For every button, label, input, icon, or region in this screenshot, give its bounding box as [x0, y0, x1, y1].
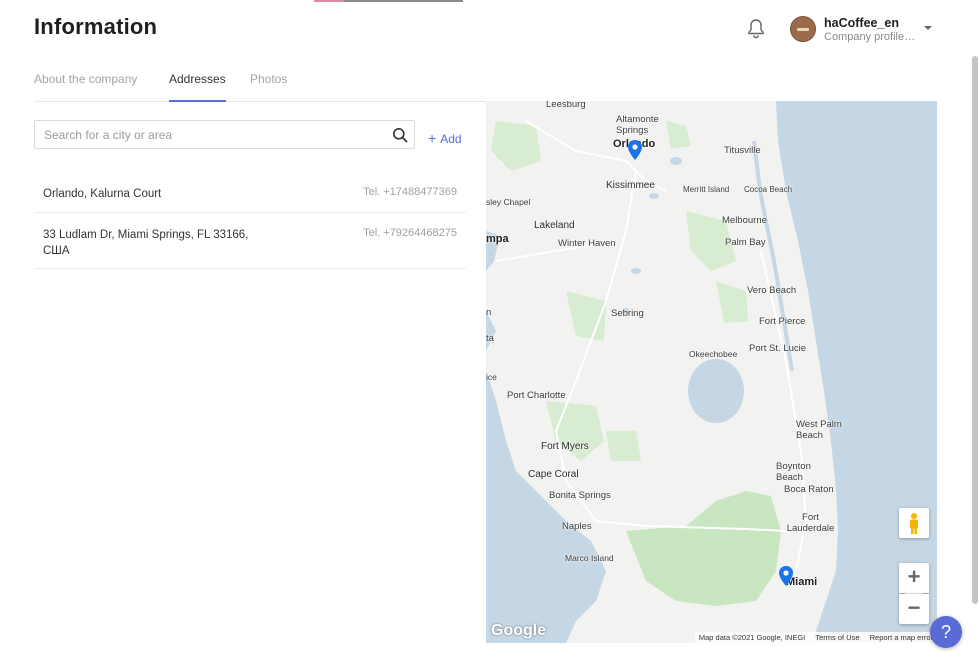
address-item[interactable]: 33 Ludlam Dr, Miami Springs, FL 33166, С…: [34, 213, 466, 269]
map-canvas[interactable]: [486, 101, 937, 643]
map-label-n: n: [486, 307, 492, 318]
map-label-melbourne: Melbourne: [722, 215, 767, 226]
map-marker-orlando[interactable]: [628, 140, 642, 160]
map-label-port-charlotte: Port Charlotte: [507, 390, 566, 401]
avatar: [790, 16, 816, 42]
map-label-vero-beach: Vero Beach: [747, 285, 797, 296]
map-label-lakeland: Lakeland: [534, 220, 575, 231]
map-label-leesburg: Leesburg: [546, 101, 586, 110]
map-label-boynton: Boynton Beach: [776, 461, 811, 483]
map-label-west-palm: West Palm Beach: [796, 419, 842, 441]
zoom-in-button[interactable]: +: [899, 563, 929, 593]
map-marker-miami[interactable]: [779, 566, 793, 586]
plus-icon: +: [428, 130, 437, 146]
profile-name: haCoffee_en: [824, 16, 900, 30]
notifications-button[interactable]: [746, 18, 766, 40]
profile-subtitle: Company profile i...: [824, 31, 916, 43]
report-map-error-link[interactable]: Report a map error: [870, 633, 933, 642]
pegman-icon: [910, 513, 918, 534]
map-label-marco-island: Marco Island: [565, 553, 614, 563]
scrollbar[interactable]: [972, 56, 978, 604]
map-label-winter-haven: Winter Haven: [558, 238, 616, 249]
address-list: Orlando, Kalurna Court Tel. +17488477369…: [34, 172, 466, 269]
map-label-bonita-springs: Bonita Springs: [549, 490, 611, 501]
map-label-port-st-lucie: Port St. Lucie: [749, 343, 807, 354]
search-icon[interactable]: [392, 127, 408, 143]
map-label-tampa: mpa: [486, 233, 509, 245]
top-progress-accent: [314, 0, 463, 2]
map-label-altamonte: Altamonte Springs: [616, 114, 659, 136]
zoom-out-button[interactable]: −: [899, 594, 929, 624]
tab-about-company[interactable]: About the company: [34, 72, 137, 101]
help-button[interactable]: ?: [930, 616, 962, 648]
search-input[interactable]: [44, 125, 384, 145]
tab-addresses[interactable]: Addresses: [169, 72, 226, 102]
map-label-chapel: sley Chapel: [486, 197, 531, 207]
map-label-fort-lauderdale: Fort Lauderdale: [786, 512, 835, 534]
page: Information haCoffee_en Company profile …: [0, 0, 980, 666]
page-title: Information: [34, 14, 158, 39]
map[interactable]: Leesburg Altamonte Springs Orlando Titus…: [486, 101, 937, 643]
map-label-palm-bay: Palm Bay: [725, 237, 766, 248]
map-label-fort-pierce: Fort Pierce: [759, 316, 806, 327]
address-item[interactable]: Orlando, Kalurna Court Tel. +17488477369: [34, 172, 466, 213]
chevron-down-icon: [924, 26, 932, 30]
search-box: [34, 120, 415, 149]
map-attribution: Map data ©2021 Google, INEGI Terms of Us…: [694, 632, 937, 643]
address-phone: Tel. +17488477369: [363, 186, 457, 198]
map-label-boca-raton: Boca Raton: [784, 484, 834, 495]
address-name: 33 Ludlam Dr, Miami Springs, FL 33166, С…: [43, 229, 249, 257]
map-label-fort-myers: Fort Myers: [541, 441, 589, 452]
map-data-credit: Map data ©2021 Google, INEGI: [698, 633, 806, 642]
profile-menu[interactable]: haCoffee_en Company profile i...: [790, 15, 940, 45]
address-name: Orlando, Kalurna Court: [43, 188, 162, 200]
bell-icon: [748, 19, 764, 39]
map-label-sebring: Sebring: [611, 308, 644, 319]
map-label-ice: ice: [486, 372, 497, 382]
map-label-cape-coral: Cape Coral: [528, 469, 579, 480]
terms-of-use-link[interactable]: Terms of Use: [815, 633, 859, 642]
add-address-button[interactable]: + Add: [428, 130, 462, 146]
add-button-label: Add: [440, 132, 462, 146]
address-phone: Tel. +79264468275: [363, 227, 457, 239]
map-label-naples: Naples: [562, 521, 592, 532]
map-label-ta: ta: [486, 333, 494, 344]
map-label-kissimmee: Kissimmee: [606, 180, 655, 191]
map-label-titusville: Titusville: [724, 145, 761, 156]
map-label-okeechobee: Okeechobee: [689, 349, 738, 359]
tab-bar: About the company Addresses Photos: [34, 72, 936, 102]
map-label-merritt: Merritt Island: [683, 185, 730, 194]
map-label-cocoa: Cocoa Beach: [744, 185, 793, 194]
tab-photos[interactable]: Photos: [250, 72, 287, 101]
google-logo: Google: [491, 622, 547, 639]
street-view-button[interactable]: [899, 508, 929, 538]
